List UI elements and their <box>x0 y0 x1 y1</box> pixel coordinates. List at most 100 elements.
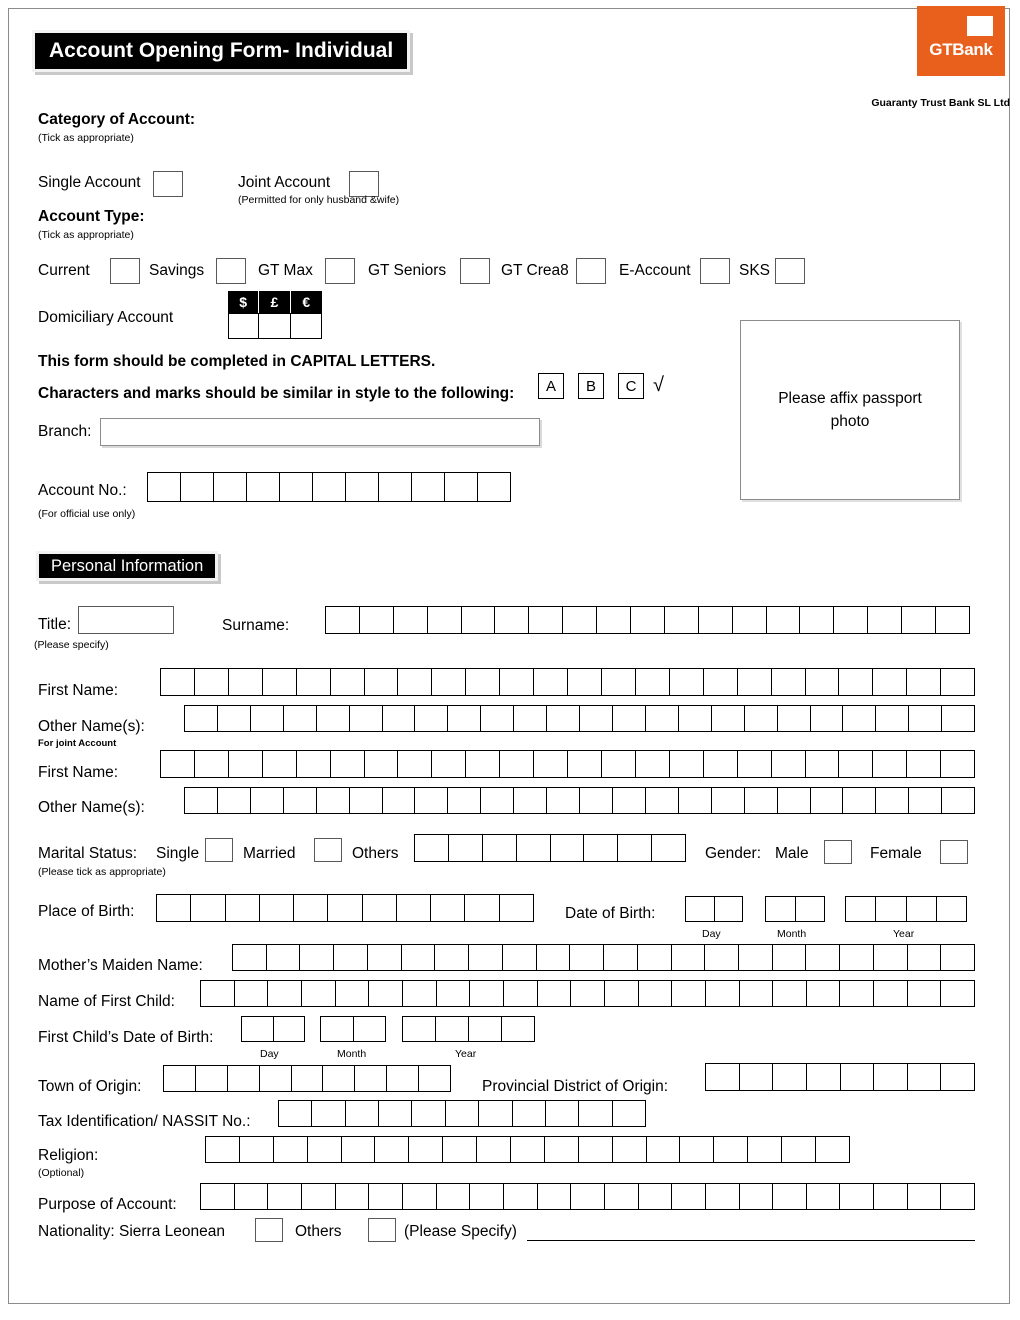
char-cell[interactable] <box>782 1137 817 1162</box>
char-cell[interactable] <box>941 1064 974 1090</box>
char-cell[interactable] <box>843 788 877 813</box>
char-cell[interactable] <box>699 607 733 633</box>
date-of-birth-day-input[interactable] <box>685 896 743 922</box>
char-cell[interactable] <box>909 788 943 813</box>
char-cell[interactable] <box>740 1064 774 1090</box>
char-cell[interactable] <box>706 1184 740 1209</box>
char-cell[interactable] <box>646 788 679 813</box>
char-cell[interactable] <box>313 473 346 501</box>
char-cell[interactable] <box>240 1137 274 1162</box>
char-cell[interactable] <box>161 751 195 777</box>
char-cell[interactable] <box>807 1064 841 1090</box>
char-cell[interactable] <box>876 788 910 813</box>
char-cell[interactable] <box>796 897 825 921</box>
char-cell[interactable] <box>514 706 548 731</box>
char-cell[interactable] <box>631 607 665 633</box>
char-cell[interactable] <box>502 1017 534 1041</box>
char-cell[interactable] <box>942 706 974 731</box>
account-type-checkbox-e-account[interactable] <box>700 258 730 284</box>
char-cell[interactable] <box>584 835 619 861</box>
char-cell[interactable] <box>568 751 602 777</box>
char-cell[interactable] <box>907 669 942 695</box>
char-cell[interactable] <box>739 945 773 970</box>
char-cell[interactable] <box>613 788 646 813</box>
char-cell[interactable] <box>597 607 632 633</box>
first-name-2-input[interactable] <box>160 750 975 778</box>
char-cell[interactable] <box>419 1066 450 1091</box>
char-cell[interactable] <box>579 1101 613 1126</box>
char-cell[interactable] <box>580 706 613 731</box>
char-cell[interactable] <box>665 607 699 633</box>
char-cell[interactable] <box>263 751 297 777</box>
char-cell[interactable] <box>481 706 515 731</box>
gender-checkbox-male[interactable] <box>824 840 852 864</box>
char-cell[interactable] <box>233 945 267 970</box>
char-cell[interactable] <box>704 669 738 695</box>
date-of-birth-year-input[interactable] <box>845 896 967 922</box>
char-cell[interactable] <box>409 1137 444 1162</box>
char-cell[interactable] <box>284 706 317 731</box>
char-cell[interactable] <box>164 1066 196 1091</box>
first-child-dob-year-input[interactable] <box>402 1016 535 1042</box>
char-cell[interactable] <box>639 1184 673 1209</box>
first-child-dob-month-input[interactable] <box>320 1016 386 1042</box>
char-cell[interactable] <box>365 669 399 695</box>
char-cell[interactable] <box>336 981 370 1006</box>
char-cell[interactable] <box>328 895 363 921</box>
char-cell[interactable] <box>874 945 908 970</box>
char-cell[interactable] <box>242 1017 274 1041</box>
char-cell[interactable] <box>274 1137 308 1162</box>
char-cell[interactable] <box>705 945 740 970</box>
char-cell[interactable] <box>534 751 569 777</box>
char-cell[interactable] <box>647 1137 681 1162</box>
char-cell[interactable] <box>937 897 966 921</box>
char-cell[interactable] <box>412 1101 446 1126</box>
surname-input[interactable] <box>325 606 970 634</box>
char-cell[interactable] <box>545 1137 579 1162</box>
char-cell[interactable] <box>738 751 772 777</box>
char-cell[interactable] <box>773 945 807 970</box>
char-cell[interactable] <box>394 607 428 633</box>
char-cell[interactable] <box>504 981 538 1006</box>
char-cell[interactable] <box>368 945 402 970</box>
char-cell[interactable] <box>446 1101 480 1126</box>
char-cell[interactable] <box>679 788 712 813</box>
char-cell[interactable] <box>907 897 937 921</box>
char-cell[interactable] <box>342 1137 376 1162</box>
char-cell[interactable] <box>431 895 466 921</box>
gender-checkbox-female[interactable] <box>940 840 968 864</box>
char-cell[interactable] <box>308 1137 342 1162</box>
char-cell[interactable] <box>235 981 269 1006</box>
char-cell[interactable] <box>350 706 383 731</box>
char-cell[interactable] <box>636 751 670 777</box>
char-cell[interactable] <box>466 669 501 695</box>
char-cell[interactable] <box>402 945 436 970</box>
char-cell[interactable] <box>274 1017 305 1041</box>
char-cell[interactable] <box>432 669 467 695</box>
char-cell[interactable] <box>201 981 235 1006</box>
char-cell[interactable] <box>268 981 302 1006</box>
char-cell[interactable] <box>936 607 969 633</box>
char-cell[interactable] <box>806 945 841 970</box>
char-cell[interactable] <box>466 751 501 777</box>
char-cell[interactable] <box>445 473 478 501</box>
char-cell[interactable] <box>196 1066 228 1091</box>
char-cell[interactable] <box>605 981 639 1006</box>
nationality-specify-input[interactable] <box>527 1222 975 1241</box>
char-cell[interactable] <box>941 751 974 777</box>
char-cell[interactable] <box>415 706 449 731</box>
char-cell[interactable] <box>714 1137 749 1162</box>
char-cell[interactable] <box>846 897 877 921</box>
char-cell[interactable] <box>571 981 605 1006</box>
char-cell[interactable] <box>672 945 706 970</box>
account-no-input[interactable] <box>147 472 511 502</box>
char-cell[interactable] <box>568 669 602 695</box>
char-cell[interactable] <box>745 788 778 813</box>
char-cell[interactable] <box>350 788 383 813</box>
char-cell[interactable] <box>229 751 263 777</box>
char-cell[interactable] <box>251 706 284 731</box>
nationality-checkbox-others[interactable] <box>368 1218 396 1242</box>
char-cell[interactable] <box>511 1137 545 1162</box>
char-cell[interactable] <box>260 895 295 921</box>
char-cell[interactable] <box>503 945 537 970</box>
